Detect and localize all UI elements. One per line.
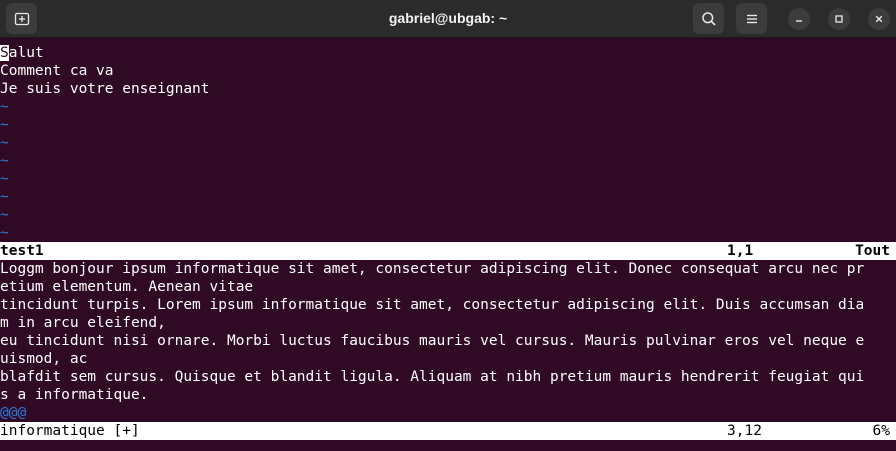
maximize-icon	[835, 15, 843, 23]
close-button[interactable]	[868, 8, 890, 30]
empty-line-marker: ~	[0, 189, 9, 205]
top-status-line: test1 1,1 Tout	[0, 242, 896, 260]
terminal-area[interactable]: Salut Comment ca va Je suis votre enseig…	[0, 38, 896, 451]
minimize-icon	[796, 20, 802, 22]
status-scroll-percent: 6%	[872, 423, 890, 439]
close-icon	[875, 15, 883, 23]
empty-line-marker: ~	[0, 135, 9, 151]
bottom-pane-line: s a informatique.	[0, 387, 149, 403]
bottom-pane-line: tincidunt turpis. Lorem ipsum informatiq…	[0, 297, 865, 313]
empty-line-marker: ~	[0, 99, 9, 115]
bottom-status-line: informatique [+] 3,12 6%	[0, 422, 896, 440]
top-pane-line-1: Salut	[0, 45, 44, 61]
empty-line-marker: ~	[0, 117, 9, 133]
bottom-pane-line: uismod, ac	[0, 351, 88, 367]
hamburger-menu-icon	[746, 14, 757, 23]
status-cursor-position: 1,1	[727, 243, 754, 259]
search-button[interactable]	[693, 3, 724, 34]
maximize-button[interactable]	[828, 8, 850, 30]
minimize-button[interactable]	[788, 8, 810, 30]
text-cursor: S	[0, 45, 9, 61]
empty-line-marker: ~	[0, 153, 9, 169]
empty-line-marker: ~	[0, 225, 9, 241]
bottom-pane-line: blafdit sem cursus. Quisque et blandit l…	[0, 369, 865, 385]
status-scroll-percent: Tout	[855, 243, 890, 259]
menu-button[interactable]	[736, 3, 767, 34]
bottom-pane-line: Loggm bonjour ipsum informatique sit ame…	[0, 261, 865, 277]
status-cursor-position: 3,12	[727, 423, 762, 439]
overflow-marker: @@@	[0, 405, 27, 421]
bottom-pane-line: etium elementum. Aenean vitae	[0, 279, 254, 295]
empty-line-marker: ~	[0, 171, 9, 187]
top-pane-line-3: Je suis votre enseignant	[0, 81, 210, 97]
bottom-pane-line: eu tincidunt nisi ornare. Morbi luctus f…	[0, 333, 865, 349]
search-icon	[701, 11, 716, 26]
bottom-pane-line: m in arcu eleifend,	[0, 315, 166, 331]
terminal-window: gabriel@ubgab: ~ Salut Comment ca va Je …	[0, 0, 896, 451]
empty-line-marker: ~	[0, 207, 9, 223]
status-filename: informatique [+]	[0, 423, 140, 439]
status-filename: test1	[0, 243, 44, 259]
title-bar[interactable]: gabriel@ubgab: ~	[0, 0, 896, 38]
top-pane-line-2: Comment ca va	[0, 63, 114, 79]
